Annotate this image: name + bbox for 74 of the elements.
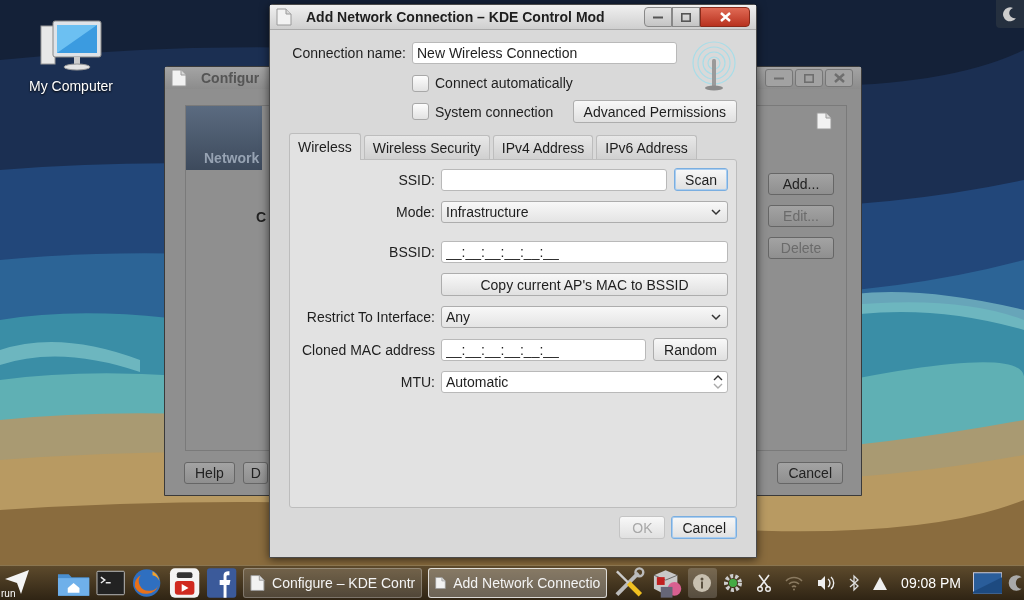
video-icon[interactable] [168, 567, 200, 599]
tab[interactable]: IPv6 Address [596, 135, 697, 159]
crescent-icon [1002, 6, 1018, 22]
window-title: Add Network Connection – KDE Control Mod [306, 9, 606, 25]
permissions-button[interactable]: Advanced Permissions [572, 100, 737, 123]
launcher-button[interactable]: run [0, 566, 34, 600]
minimize-icon [774, 76, 784, 80]
speaker-icon[interactable] [817, 575, 836, 591]
input-field[interactable]: __:__:__:__:__:__ [441, 241, 728, 263]
scissors-icon[interactable] [757, 574, 772, 592]
tab[interactable]: Wireless [289, 133, 361, 160]
field-label: Connection name: [291, 45, 406, 62]
maximize-button[interactable] [672, 7, 700, 27]
maximize-icon [681, 12, 691, 22]
checkbox-label[interactable]: System connection [435, 103, 554, 120]
footer-button[interactable]: Cancel [777, 462, 843, 484]
window-title: Configur [201, 70, 260, 86]
desktop-toolbox[interactable] [996, 0, 1024, 28]
input-field[interactable]: New Wireless Connection [412, 42, 677, 65]
field-label: Cloned MAC address [300, 341, 435, 358]
footer-button[interactable]: D [242, 462, 268, 484]
checkbox-label[interactable]: Connect automatically [435, 75, 573, 92]
taskbar-task[interactable]: Configure – KDE Contr [243, 568, 423, 598]
input-field[interactable]: __:__:__:__:__:__ [441, 338, 647, 361]
input-field[interactable] [441, 168, 668, 191]
social-app-icon[interactable] [205, 567, 238, 599]
field-label: Restrict To Interface: [305, 309, 435, 325]
side-button[interactable]: Add... [768, 173, 834, 195]
copy-button[interactable]: Copy current AP's MAC to BSSID [441, 273, 728, 296]
checkbox[interactable] [412, 74, 429, 92]
clock[interactable]: 09:08 PM [901, 575, 962, 591]
close-button[interactable] [700, 7, 750, 27]
dropdown[interactable]: Infrastructure [441, 201, 728, 223]
tab[interactable]: IPv4 Address [492, 135, 594, 159]
checkbox[interactable] [412, 103, 429, 120]
field-label: BSSID: [388, 244, 435, 260]
desktop-icon-label[interactable]: My Computer [29, 78, 113, 94]
tools-icon[interactable] [613, 567, 645, 599]
spin-box[interactable]: Automatic [441, 371, 728, 393]
document-icon [435, 574, 447, 592]
dropdown[interactable]: Any [441, 306, 728, 328]
notification-button[interactable] [687, 568, 718, 598]
field-button[interactable]: Scan [674, 168, 728, 191]
close-icon [719, 12, 731, 22]
info-icon [692, 573, 713, 593]
minimize-icon [653, 15, 663, 19]
document-icon [250, 574, 266, 592]
chevron-icon [711, 208, 721, 216]
tab[interactable]: Wireless Security [363, 135, 490, 159]
document-icon [816, 112, 832, 130]
spin-arrows-icon[interactable] [713, 373, 723, 391]
desktop-pager[interactable] [973, 572, 1003, 594]
terminal-icon[interactable] [96, 570, 126, 596]
taskbar-task[interactable]: Add Network Connectio [428, 568, 608, 598]
document-icon [276, 8, 292, 26]
document-icon [171, 69, 187, 87]
dialog-button[interactable]: Cancel [671, 516, 737, 539]
minimize-button[interactable] [644, 7, 672, 27]
chevron-icon [711, 313, 721, 321]
field-label: SSID: [397, 171, 435, 188]
crescent-icon[interactable] [1008, 574, 1024, 592]
content-text: C [256, 209, 267, 225]
footer-button[interactable]: Help [184, 462, 235, 484]
field-label: Mode: [395, 204, 435, 220]
globe-icon[interactable] [131, 567, 163, 599]
triangle-icon[interactable] [873, 576, 888, 590]
gear-icon[interactable] [723, 573, 744, 593]
wifi-icon[interactable] [785, 575, 804, 591]
maximize-icon [804, 73, 814, 83]
computer-icon[interactable] [39, 20, 103, 72]
close-icon [833, 73, 845, 83]
field-label: MTU: [399, 374, 435, 390]
bluetooth-icon[interactable] [849, 574, 860, 592]
field-button[interactable]: Random [653, 338, 728, 361]
